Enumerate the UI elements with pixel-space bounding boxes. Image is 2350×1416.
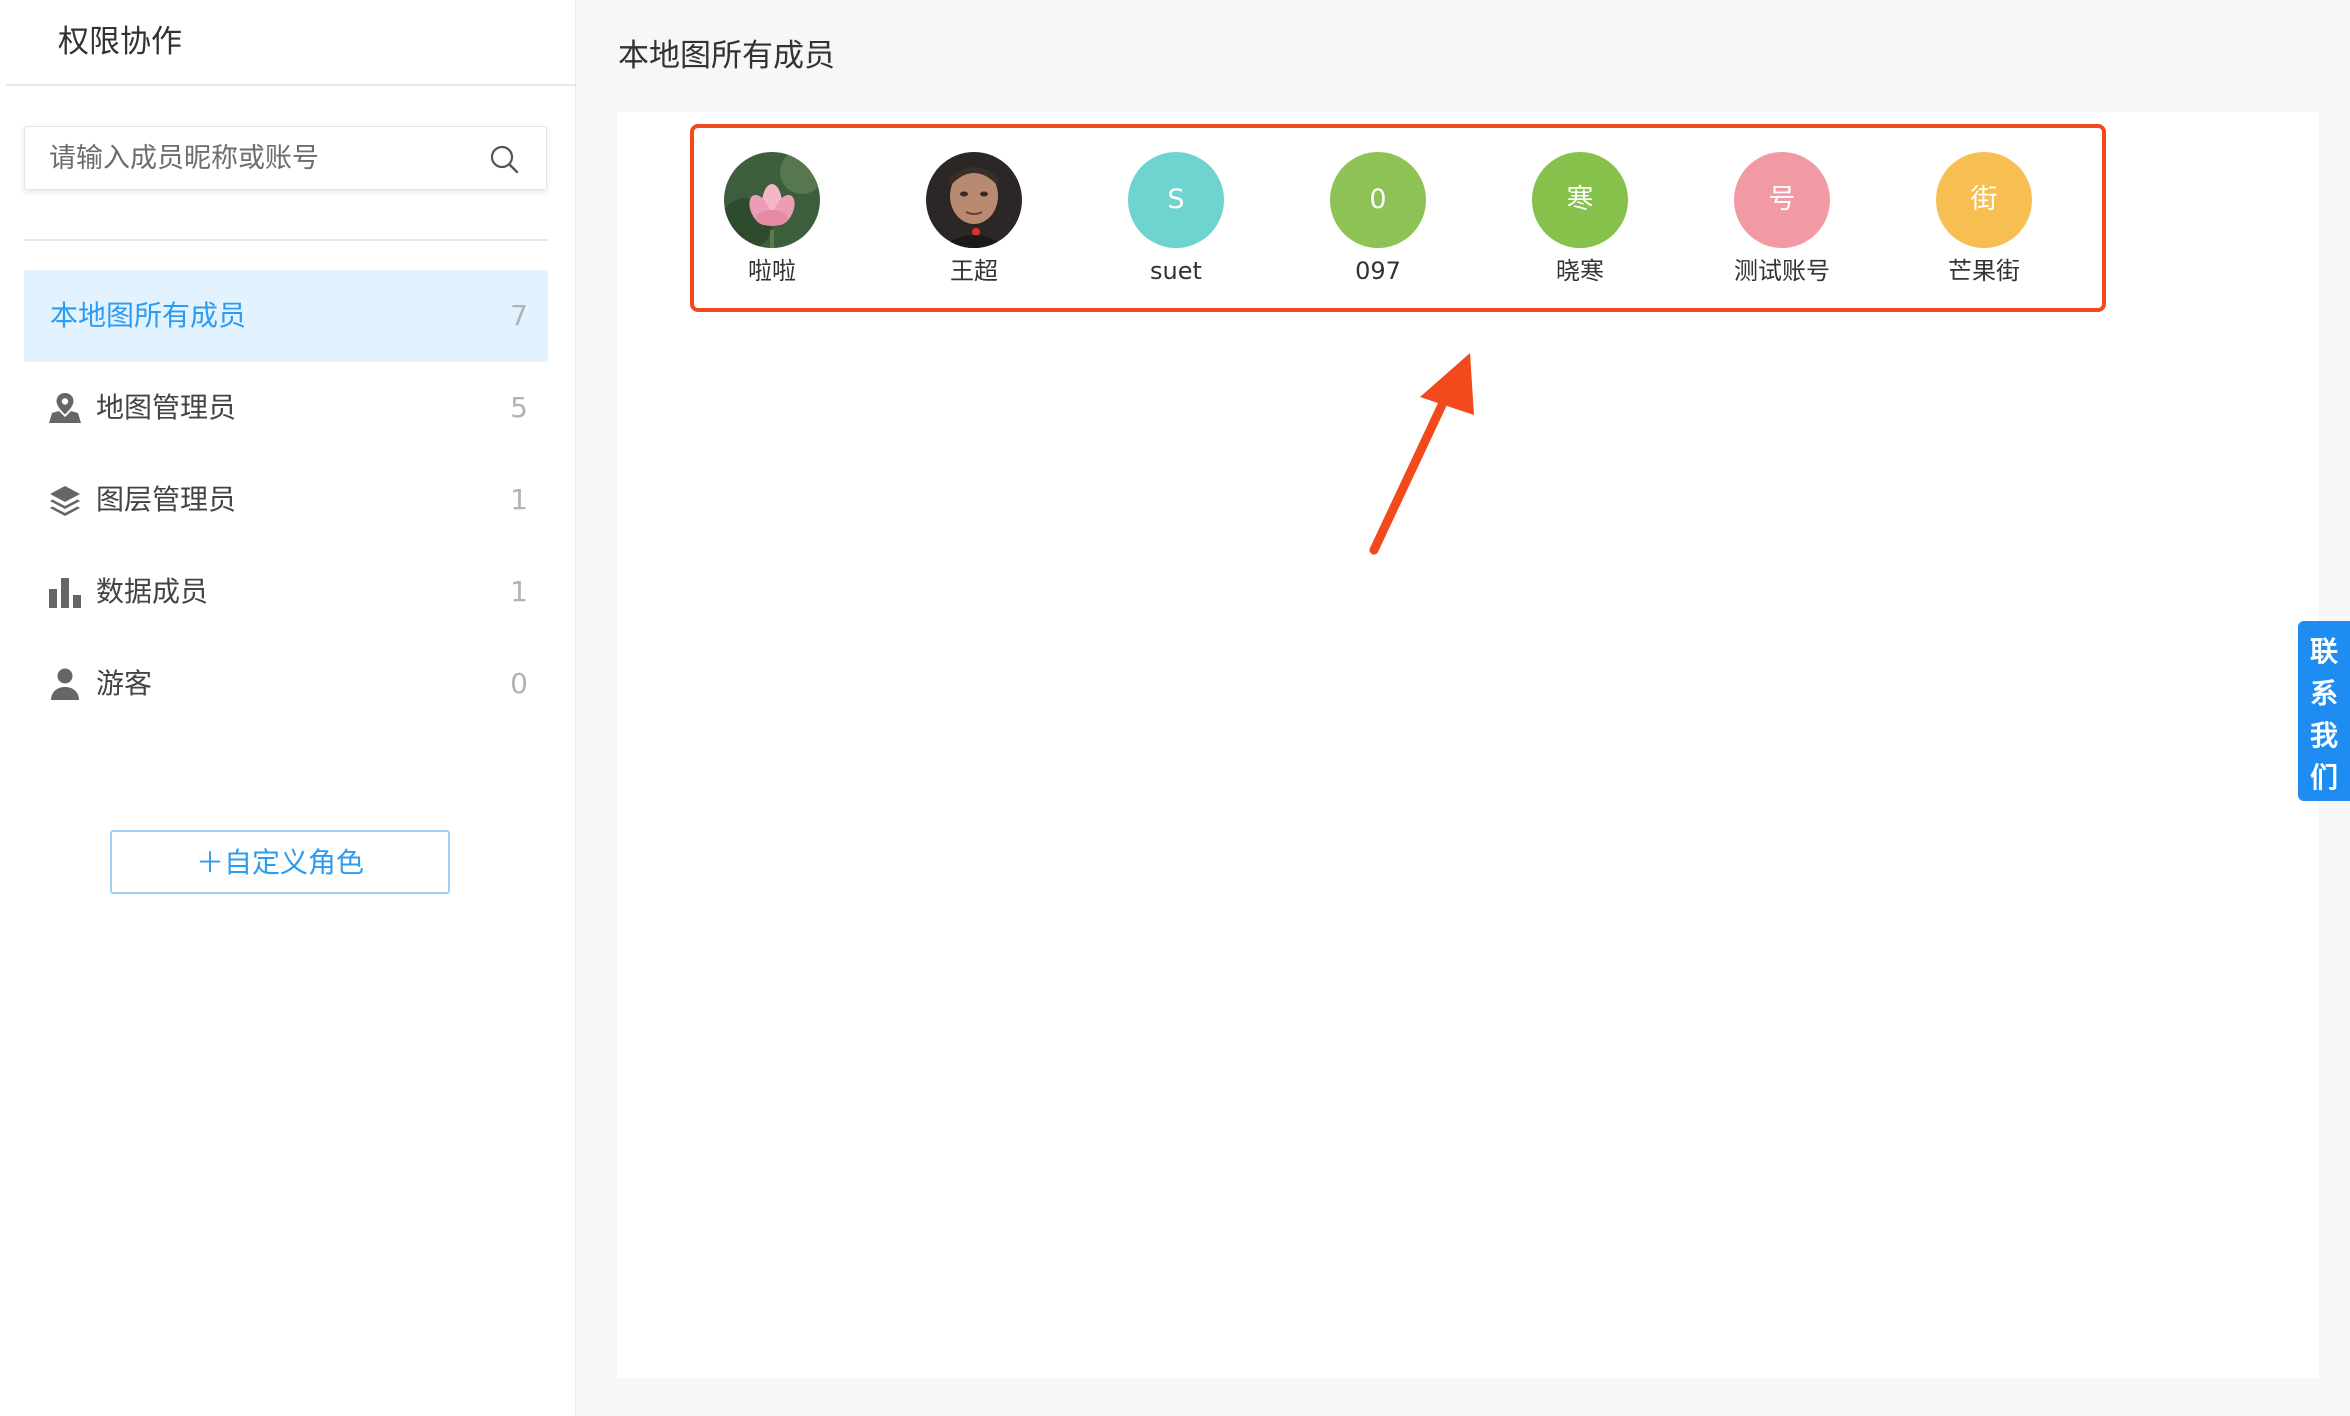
avatar: 0 [1330, 152, 1426, 248]
member-name: 啦啦 [748, 257, 796, 285]
lotus-photo [724, 152, 820, 248]
avatar: S [1128, 152, 1224, 248]
contact-us-tab[interactable]: 联 系 我 们 [2298, 621, 2350, 801]
role-count: 1 [510, 483, 528, 516]
member-item[interactable]: 街 芒果街 [1924, 152, 2044, 288]
role-label: 数据成员 [96, 575, 209, 608]
person-icon [51, 668, 79, 700]
role-item-all-members[interactable]: 本地图所有成员 7 [24, 270, 548, 362]
divider [24, 239, 548, 241]
search-box[interactable] [24, 126, 547, 190]
role-count: 5 [510, 391, 528, 424]
sidebar-title: 权限协作 [58, 24, 182, 60]
add-custom-role-button[interactable]: ＋自定义角色 [110, 830, 450, 894]
contact-tab-char: 系 [2309, 677, 2338, 710]
role-label: 地图管理员 [96, 391, 237, 424]
page-title: 本地图所有成员 [618, 38, 835, 74]
avatar [724, 152, 820, 248]
contact-tab-char: 联 [2309, 635, 2338, 668]
divider [6, 84, 576, 86]
role-label: 本地图所有成员 [50, 299, 247, 332]
member-name: suet [1150, 257, 1202, 285]
contact-tab-char: 我 [2309, 719, 2338, 752]
member-name: 097 [1355, 257, 1401, 285]
map-user-icon [49, 393, 81, 423]
avatar: 寒 [1532, 152, 1628, 248]
role-item-guest[interactable]: 游客 0 [24, 638, 548, 730]
member-item[interactable]: 号 测试账号 [1722, 152, 1842, 288]
member-name: 晓寒 [1556, 257, 1604, 285]
member-name: 测试账号 [1734, 257, 1830, 285]
role-count: 0 [510, 667, 528, 700]
face-photo [926, 152, 1022, 248]
member-item[interactable]: 寒 晓寒 [1520, 152, 1640, 288]
role-list: 本地图所有成员 7 地图管理员 5 图层管理员 1 数据成员 1 游客 0 [24, 270, 548, 730]
annotation-arrow-icon [1369, 353, 1474, 555]
role-count: 7 [510, 299, 528, 332]
member-item[interactable]: 啦啦 [712, 152, 832, 288]
contact-tab-char: 们 [2309, 761, 2338, 794]
role-item-map-admin[interactable]: 地图管理员 5 [24, 362, 548, 454]
avatar: 街 [1936, 152, 2032, 248]
search-icon[interactable] [488, 143, 520, 175]
role-item-layer-admin[interactable]: 图层管理员 1 [24, 454, 548, 546]
member-name: 王超 [950, 257, 998, 285]
layers-icon [50, 486, 80, 516]
avatar: 号 [1734, 152, 1830, 248]
sidebar: 权限协作 本地图所有成员 7 地图管理员 5 [0, 0, 576, 1416]
member-item[interactable]: 0 097 [1318, 152, 1438, 288]
role-count: 1 [510, 575, 528, 608]
member-item[interactable]: S suet [1116, 152, 1236, 288]
role-label: 游客 [96, 667, 153, 700]
avatar [926, 152, 1022, 248]
role-item-data-member[interactable]: 数据成员 1 [24, 546, 548, 638]
role-label: 图层管理员 [96, 483, 237, 516]
search-input[interactable] [47, 127, 477, 189]
bar-chart-icon [49, 578, 81, 608]
member-name: 芒果街 [1948, 257, 2020, 285]
member-item[interactable]: 王超 [914, 152, 1034, 288]
